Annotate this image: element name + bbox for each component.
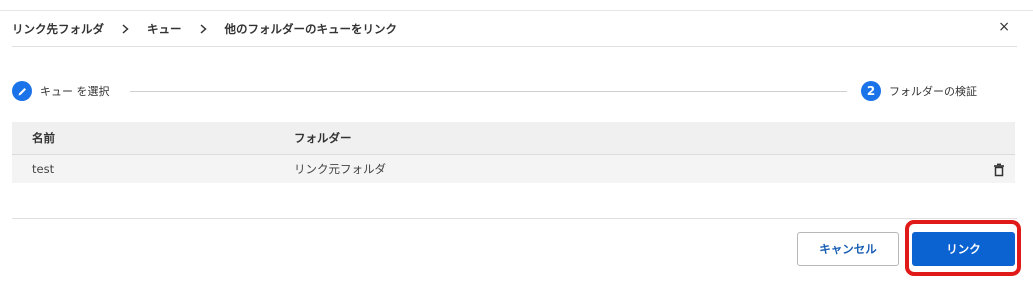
close-icon[interactable]: × — [998, 19, 1010, 35]
chevron-right-icon — [122, 24, 129, 34]
cell-name: test — [32, 162, 55, 176]
chevron-right-icon — [200, 24, 207, 34]
pencil-icon — [12, 81, 32, 101]
column-header-folder: フォルダー — [294, 131, 352, 145]
table-header: 名前 フォルダー — [12, 122, 1015, 155]
queue-table: 名前 フォルダー test リンク元フォルダ — [12, 122, 1015, 183]
step-label: キュー を選択 — [40, 85, 110, 98]
cell-folder: リンク元フォルダ — [294, 162, 386, 176]
step-select-queue[interactable]: キュー を選択 — [12, 80, 110, 102]
step-verify-folder: 2 フォルダーの検証 — [861, 80, 977, 102]
header-divider — [12, 46, 1017, 47]
link-button[interactable]: リンク — [912, 232, 1015, 266]
cancel-button[interactable]: キャンセル — [797, 232, 899, 266]
breadcrumb-item-current-page: 他のフォルダーのキューをリンク — [224, 22, 398, 36]
breadcrumb-item-queue[interactable]: キュー — [147, 21, 182, 37]
trash-icon[interactable] — [993, 162, 1005, 177]
table-row: test リンク元フォルダ — [12, 155, 1015, 183]
stepper-connector-line — [130, 91, 847, 92]
breadcrumb-item-link-target-folder[interactable]: リンク先フォルダ — [12, 21, 104, 37]
column-header-name: 名前 — [32, 131, 55, 145]
top-border — [0, 10, 1033, 11]
footer-divider — [12, 218, 1017, 219]
step-number-badge: 2 — [861, 81, 881, 101]
step-label: フォルダーの検証 — [889, 85, 977, 98]
dialog-header: リンク先フォルダ キュー 他のフォルダーのキューをリンク × — [12, 19, 1022, 38]
stepper: キュー を選択 2 フォルダーの検証 — [12, 80, 1017, 102]
